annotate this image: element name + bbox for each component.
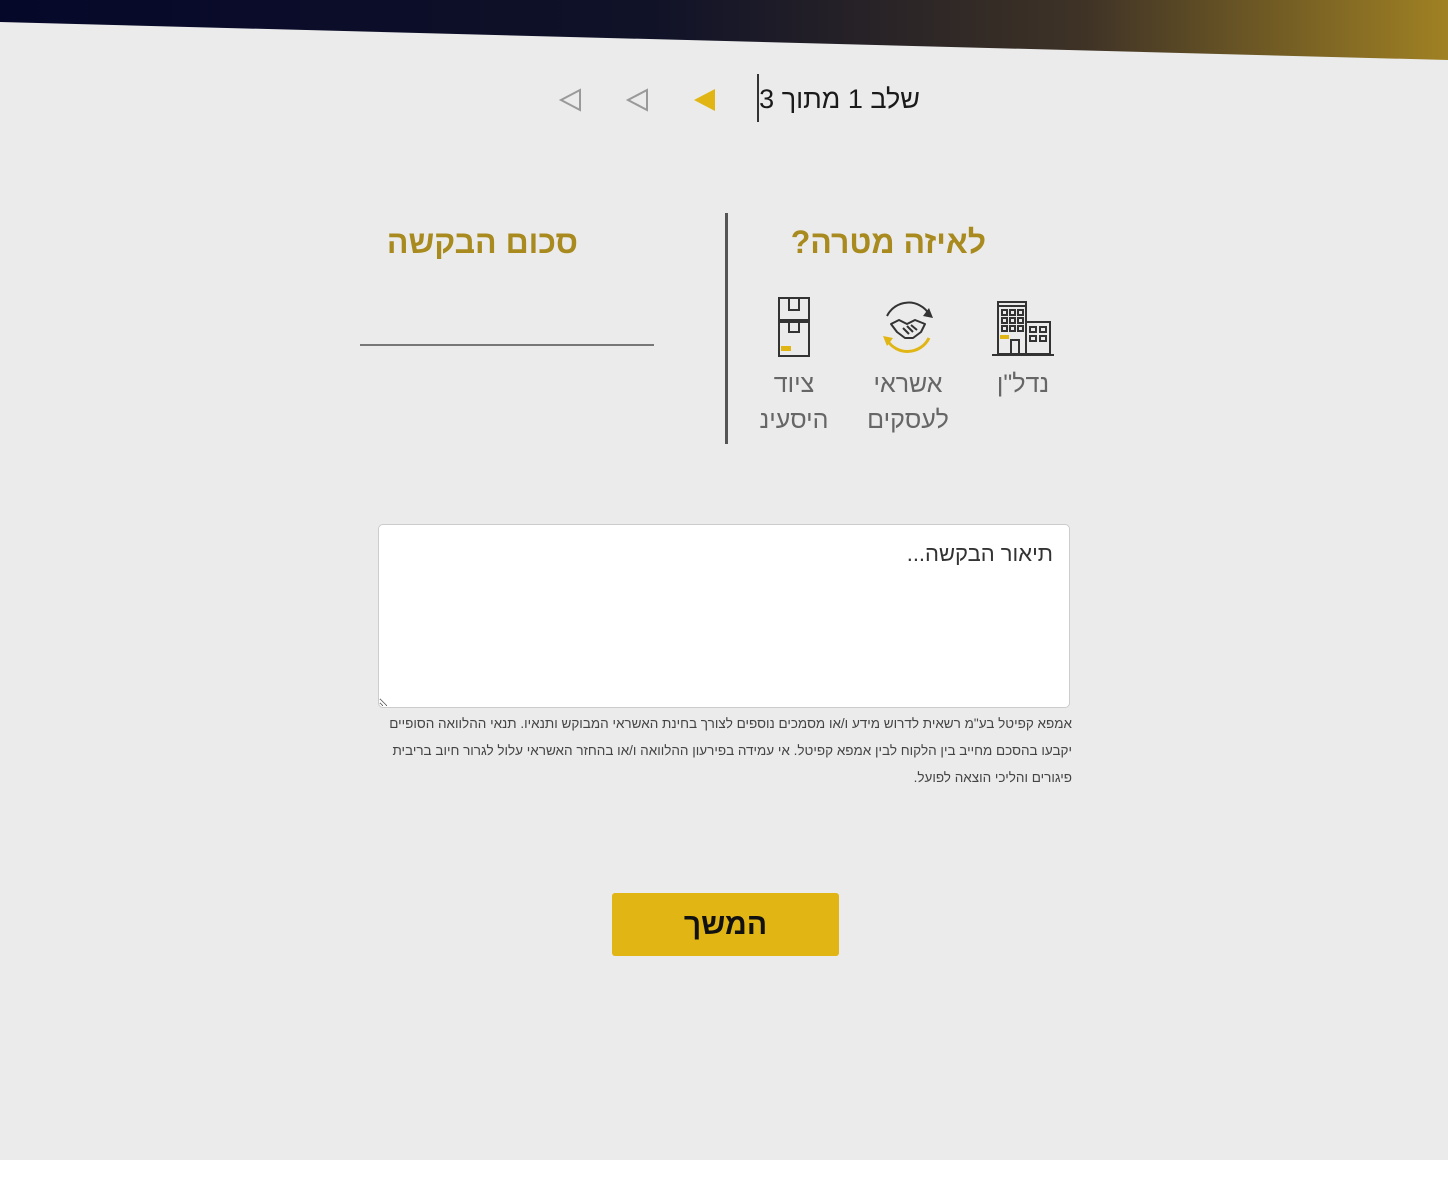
amount-input[interactable] xyxy=(360,300,654,346)
buildings-icon xyxy=(990,294,1056,360)
page-background: שלב 1 מתוך 3 לאיזה מטרה? סכום הבקשה נדל"… xyxy=(0,0,1448,1160)
request-description-textarea[interactable] xyxy=(378,524,1070,708)
step-3-arrow-icon[interactable] xyxy=(557,87,583,113)
step-divider xyxy=(757,74,759,122)
step-counter-text: שלב 1 מתוך 3 xyxy=(759,84,920,114)
step-2-arrow-icon[interactable] xyxy=(624,87,650,113)
purpose-option-label: אשראי לעסקים xyxy=(867,370,949,434)
purpose-option-business-credit[interactable]: אשראי לעסקים xyxy=(853,294,963,438)
step-indicator: שלב 1 מתוך 3 xyxy=(540,72,940,126)
handshake-icon xyxy=(875,294,941,360)
purpose-option-real-estate[interactable]: נדל"ן xyxy=(968,294,1078,402)
header-gradient-band xyxy=(0,0,1448,60)
legal-disclaimer: אמפא קפיטל בע"מ רשאית לדרוש מידע ו/או מס… xyxy=(389,716,1072,785)
purpose-option-label: ציוד היסעינ xyxy=(759,370,829,434)
amount-title: סכום הבקשה xyxy=(386,224,578,260)
section-divider xyxy=(725,213,728,444)
purpose-title: לאיזה מטרה? xyxy=(790,224,986,260)
purpose-option-equipment[interactable]: ציוד היסעינ xyxy=(739,294,849,438)
continue-button[interactable]: המשך xyxy=(612,893,839,956)
package-icon xyxy=(761,294,827,360)
purpose-option-label: נדל"ן xyxy=(996,370,1050,398)
step-1-arrow-icon[interactable] xyxy=(691,87,717,113)
